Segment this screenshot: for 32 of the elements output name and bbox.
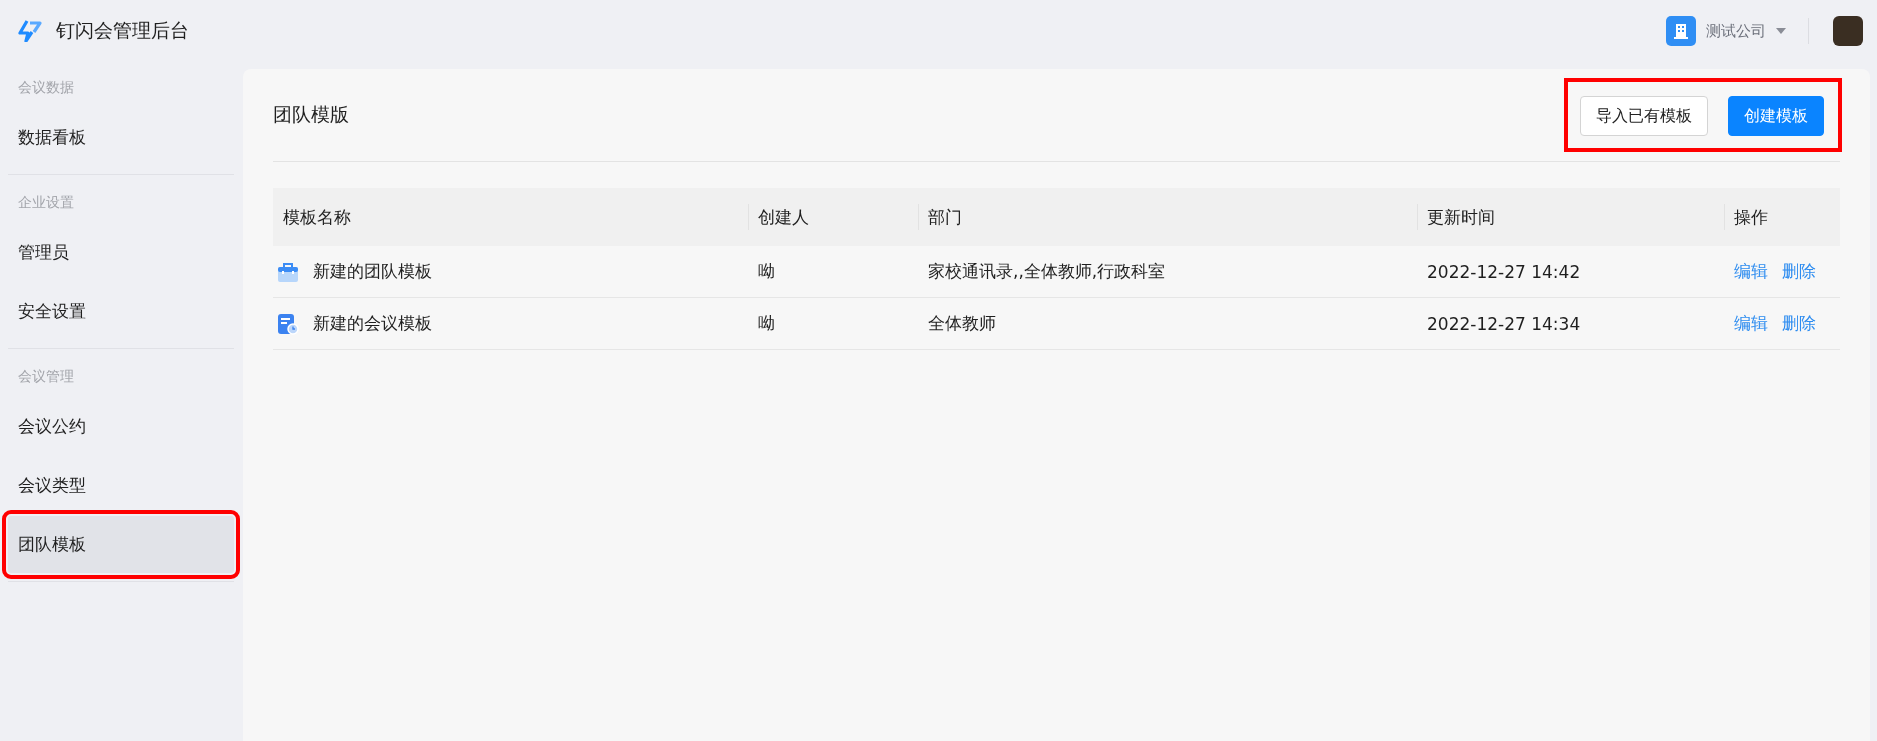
building-icon [1666,16,1696,46]
column-header: 操作 [1724,188,1840,246]
column-header: 模板名称 [273,188,748,246]
app-title: 钉闪会管理后台 [56,18,190,43]
department-list: 全体教师 [928,313,996,333]
creator-name: 呦 [758,313,775,333]
update-time: 2022-12-27 14:42 [1427,261,1581,282]
template-name: 新建的团队模板 [313,260,432,283]
column-header: 创建人 [748,188,918,246]
nav-group-label: 企业设置 [17,193,75,212]
nav-item[interactable]: 数据看板 [8,109,234,166]
company-name[interactable]: 测试公司 [1706,21,1766,41]
nav-item[interactable]: 会议类型 [8,457,234,514]
department-list: 家校通讯录,,全体教师,行政科室 [928,261,1166,281]
nav-item[interactable]: 安全设置 [8,283,234,340]
document-clock-icon [277,312,299,335]
nav-group-label: 会议管理 [17,367,75,386]
nav-group-label: 会议数据 [17,78,75,97]
caret-icon[interactable] [1776,28,1786,34]
template-name: 新建的会议模板 [313,312,432,335]
briefcase-icon [277,260,299,283]
avatar[interactable] [1833,16,1863,46]
nav-item[interactable]: 会议公约 [8,398,234,455]
create-button[interactable]: 创建模板 [1728,96,1824,136]
creator-name: 呦 [758,261,775,281]
column-header: 更新时间 [1417,188,1724,246]
update-time: 2022-12-27 14:34 [1427,313,1581,334]
column-header: 部门 [918,188,1417,246]
nav-item[interactable]: 管理员 [8,224,234,281]
import-button[interactable]: 导入已有模板 [1580,96,1708,136]
logo-icon [18,20,42,42]
page-title: 团队模版 [273,102,349,127]
